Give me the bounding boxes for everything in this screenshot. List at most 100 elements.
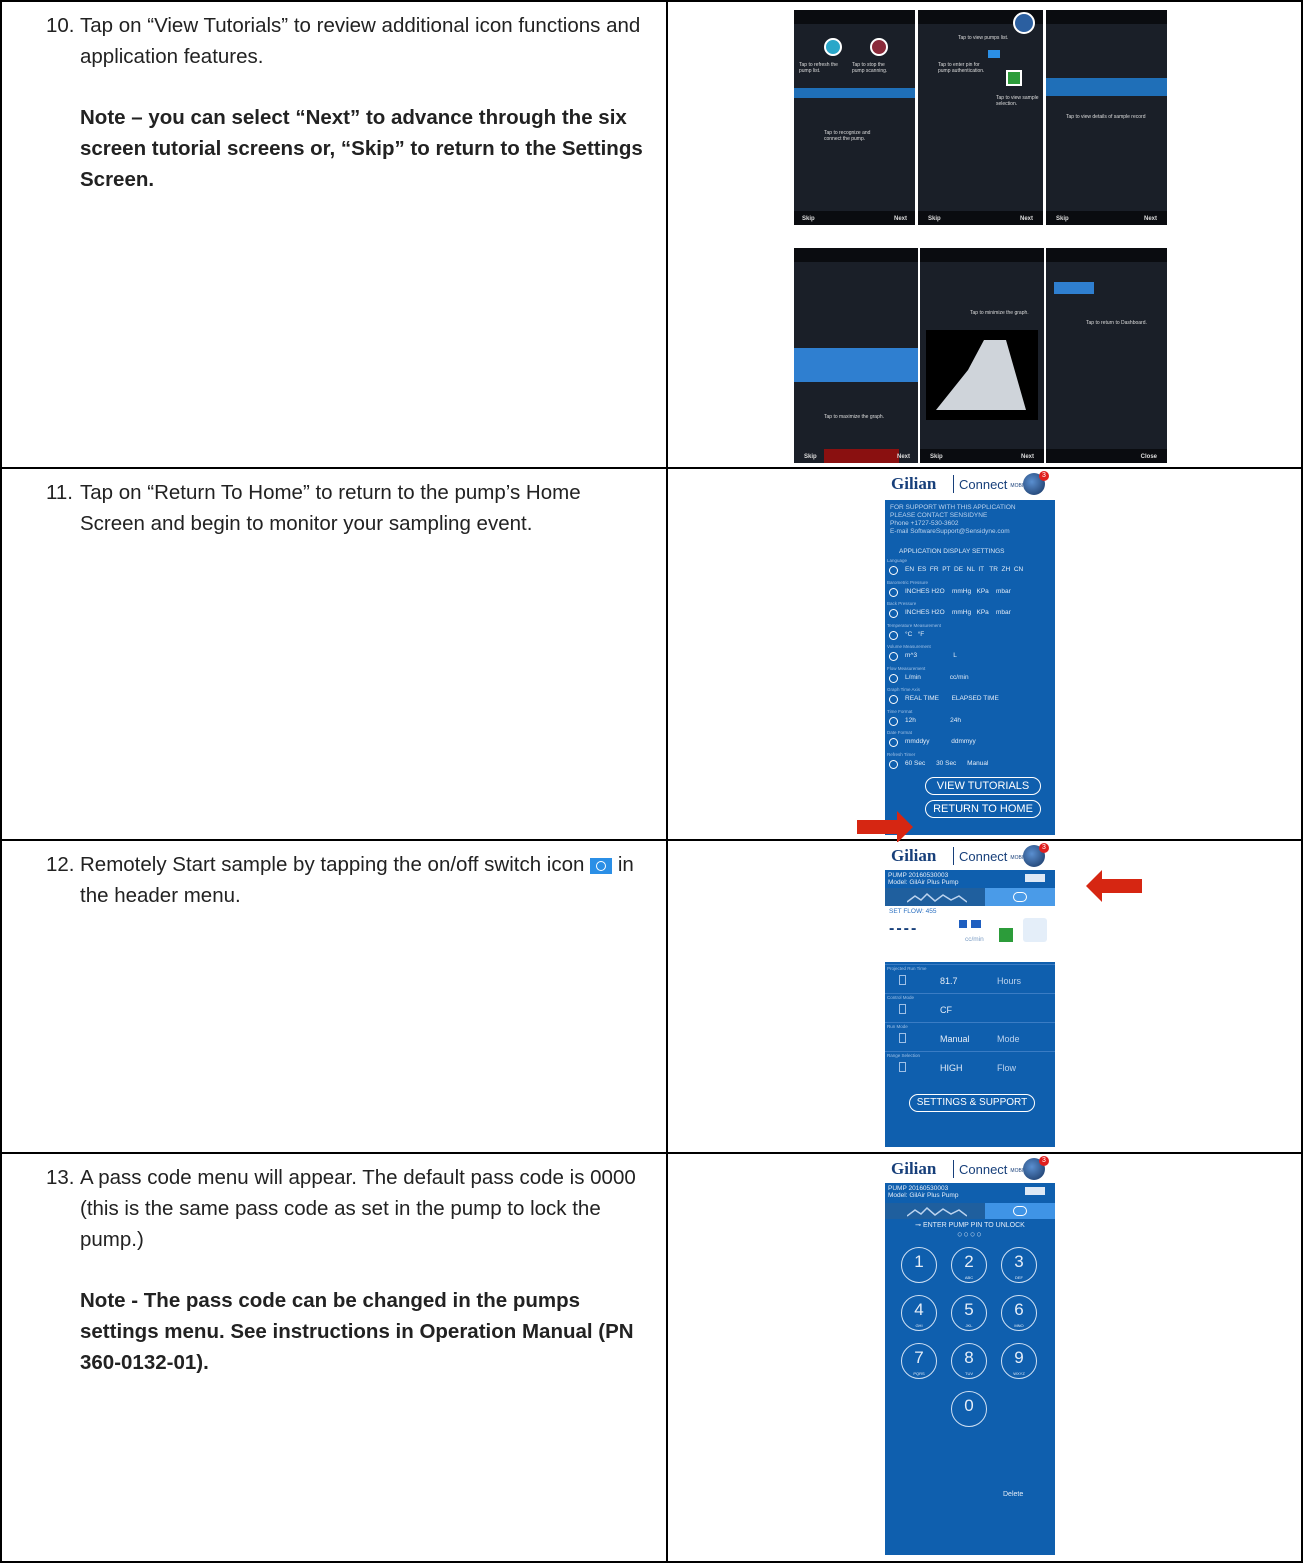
- settings-row[interactable]: Barometric Pressure INCHES H2O mmHg KPa m…: [885, 580, 1055, 601]
- on-off-switch[interactable]: [985, 888, 1055, 906]
- settings-row-value[interactable]: INCHES H2O mmHg KPa mbar: [905, 588, 1011, 595]
- app-header: Gilian Connect MOBILE 3: [885, 842, 1055, 870]
- home-row-label: Control Mode: [887, 995, 915, 1000]
- row-divider: [0, 0, 1303, 2]
- graph-tab[interactable]: [885, 888, 985, 906]
- settings-row-value[interactable]: EN ES FR PT DE NL IT TR ZH CN: [905, 566, 1023, 573]
- home-row-unit: Hours: [997, 976, 1022, 986]
- step-11: 11. Tap on “Return To Home” to return to…: [46, 477, 645, 539]
- key-icon: ⊸: [915, 1222, 923, 1229]
- pin-dots: ○○○○: [957, 1229, 983, 1239]
- keypad-key-8[interactable]: 8 TUV: [951, 1343, 987, 1379]
- pump-info: PUMP 20160530003 Model: GilAir Plus Pump: [888, 872, 959, 886]
- settings-icon: [889, 738, 898, 747]
- delete-button[interactable]: Delete: [1003, 1491, 1023, 1498]
- keypad-key-5[interactable]: 5 JKL: [951, 1295, 987, 1331]
- notification-badge: 3: [1039, 1156, 1049, 1166]
- settings-row[interactable]: Language EN ES FR PT DE NL IT TR ZH CN: [885, 558, 1055, 579]
- column-divider: [666, 0, 668, 1563]
- settings-row-value[interactable]: L/min cc/min: [905, 674, 969, 681]
- camera-icon[interactable]: [1023, 918, 1047, 942]
- row-divider: [0, 467, 1303, 469]
- settings-icon: [889, 695, 898, 704]
- settings-icon: [889, 630, 898, 640]
- settings-row-value[interactable]: mmddyy ddmmyy: [905, 738, 976, 745]
- keypad-key-1[interactable]: 1: [901, 1247, 937, 1283]
- home-status-row[interactable]: Projected Run Time 81.7 Hours: [885, 964, 1055, 994]
- settings-row-value[interactable]: INCHES H2O mmHg KPa mbar: [905, 609, 1011, 616]
- battery-icon: [1025, 1187, 1045, 1195]
- connect-label: Connect MOBILE: [959, 477, 1030, 492]
- keypad-key-9[interactable]: 9 WXYZ: [1001, 1343, 1037, 1379]
- settings-icon: [889, 587, 898, 597]
- graph-tab[interactable]: [885, 1203, 985, 1219]
- settings-row[interactable]: Temperature Measurement °C °F: [885, 623, 1055, 644]
- pointer-arrow: [857, 811, 913, 843]
- keypad-key-0[interactable]: 0: [951, 1391, 987, 1427]
- home-status-row[interactable]: Run Mode Manual Mode: [885, 1022, 1055, 1052]
- keypad-key-3[interactable]: 3 DEF: [1001, 1247, 1037, 1283]
- tutorial-screen-3: Tap to view details of sample record Ski…: [1046, 10, 1167, 225]
- settings-row-label: Date Format: [887, 730, 913, 735]
- settings-icon: [889, 759, 898, 769]
- step-10: 10. Tap on “View Tutorials” to review ad…: [46, 10, 645, 195]
- settings-row-value[interactable]: m^3 L: [905, 652, 957, 659]
- view-tutorials-button[interactable]: VIEW TUTORIALS: [925, 777, 1041, 795]
- step-number: 12.: [46, 853, 75, 876]
- gilian-logo: Gilian: [891, 846, 937, 865]
- keypad-key-4[interactable]: 4 GHI: [901, 1295, 937, 1331]
- settings-row-value[interactable]: REAL TIME ELAPSED TIME: [905, 695, 999, 702]
- graph-area: [926, 330, 1038, 420]
- settings-row-label: Time Format: [887, 708, 913, 714]
- app-header: Gilian Connect MOBILE 3: [885, 470, 1055, 500]
- settings-row-label: Volume Measurement: [887, 644, 931, 649]
- settings-row[interactable]: Date Format mmddyy ddmmyy: [885, 730, 1055, 751]
- home-row-label: Projected Run Time: [887, 966, 927, 971]
- stop-scan-icon: [870, 38, 888, 56]
- step-text: Tap on “Return To Home” to return to the…: [80, 481, 581, 535]
- flow-panel: SET FLOW: 455 ---- cc/min: [885, 906, 1055, 962]
- tutorial-screen-2: Tap to view pumps list. Tap to enter pin…: [918, 10, 1043, 225]
- pointer-arrow: [1086, 870, 1142, 902]
- home-row-value: HIGH: [940, 1063, 963, 1073]
- home-row-icon: [899, 1004, 906, 1014]
- settings-row-value[interactable]: 60 Sec 30 Sec Manual: [905, 760, 988, 767]
- settings-row[interactable]: Graph Time Axis REAL TIME ELAPSED TIME: [885, 687, 1055, 708]
- home-status-row[interactable]: Range Selection HIGH Flow: [885, 1051, 1055, 1081]
- settings-row-value[interactable]: 12h 24h: [905, 717, 961, 724]
- settings-row[interactable]: Flow Measurement L/min cc/min: [885, 666, 1055, 687]
- refresh-icon: [824, 38, 842, 56]
- settings-row[interactable]: Back Pressure INCHES H2O mmHg KPa mbar: [885, 601, 1055, 622]
- notification-badge: 3: [1039, 471, 1049, 481]
- battery-icon: [1025, 874, 1045, 882]
- sample-icon[interactable]: [999, 928, 1013, 942]
- return-to-home-button[interactable]: RETURN TO HOME: [925, 800, 1041, 818]
- home-row-value: CF: [940, 1005, 952, 1015]
- home-screen: Gilian Connect MOBILE 3 PUMP 20160530003 …: [885, 842, 1055, 1147]
- home-status-row[interactable]: Control Mode CF: [885, 993, 1055, 1023]
- keypad-key-7[interactable]: 7 PQRS: [901, 1343, 937, 1379]
- status-icon: [959, 920, 967, 928]
- on-off-switch[interactable]: [985, 1203, 1055, 1219]
- settings-row-label: Flow Measurement: [887, 665, 926, 671]
- pin-screen: Gilian Connect MOBILE 3 PUMP 20160530003 …: [885, 1155, 1055, 1555]
- settings-row-value[interactable]: °C °F: [905, 631, 924, 638]
- connect-label: Connect MOBILE: [959, 1162, 1030, 1177]
- dashboard-tab: [1054, 282, 1094, 294]
- settings-support-button[interactable]: SETTINGS & SUPPORT: [909, 1094, 1035, 1112]
- graph-strip: [794, 348, 918, 382]
- home-row-label: Range Selection: [887, 1053, 921, 1058]
- settings-row[interactable]: Time Format 12h 24h: [885, 709, 1055, 730]
- settings-row[interactable]: Volume Measurement m^3 L: [885, 644, 1055, 665]
- settings-row[interactable]: Refresh Timer 60 Sec 30 Sec Manual: [885, 752, 1055, 773]
- keypad-key-2[interactable]: 2 ABC: [951, 1247, 987, 1283]
- keypad-key-6[interactable]: 6 MNO: [1001, 1295, 1037, 1331]
- home-row-unit: Flow: [997, 1063, 1017, 1073]
- settings-icon: [889, 609, 898, 618]
- settings-icon: [889, 652, 898, 661]
- sample-record-row: [1046, 78, 1167, 96]
- toggle-switch-icon: [590, 857, 613, 874]
- settings-section-title: APPLICATION DISPLAY SETTINGS: [899, 548, 1005, 555]
- settings-icon: [889, 566, 898, 575]
- settings-row-label: Language: [887, 558, 908, 563]
